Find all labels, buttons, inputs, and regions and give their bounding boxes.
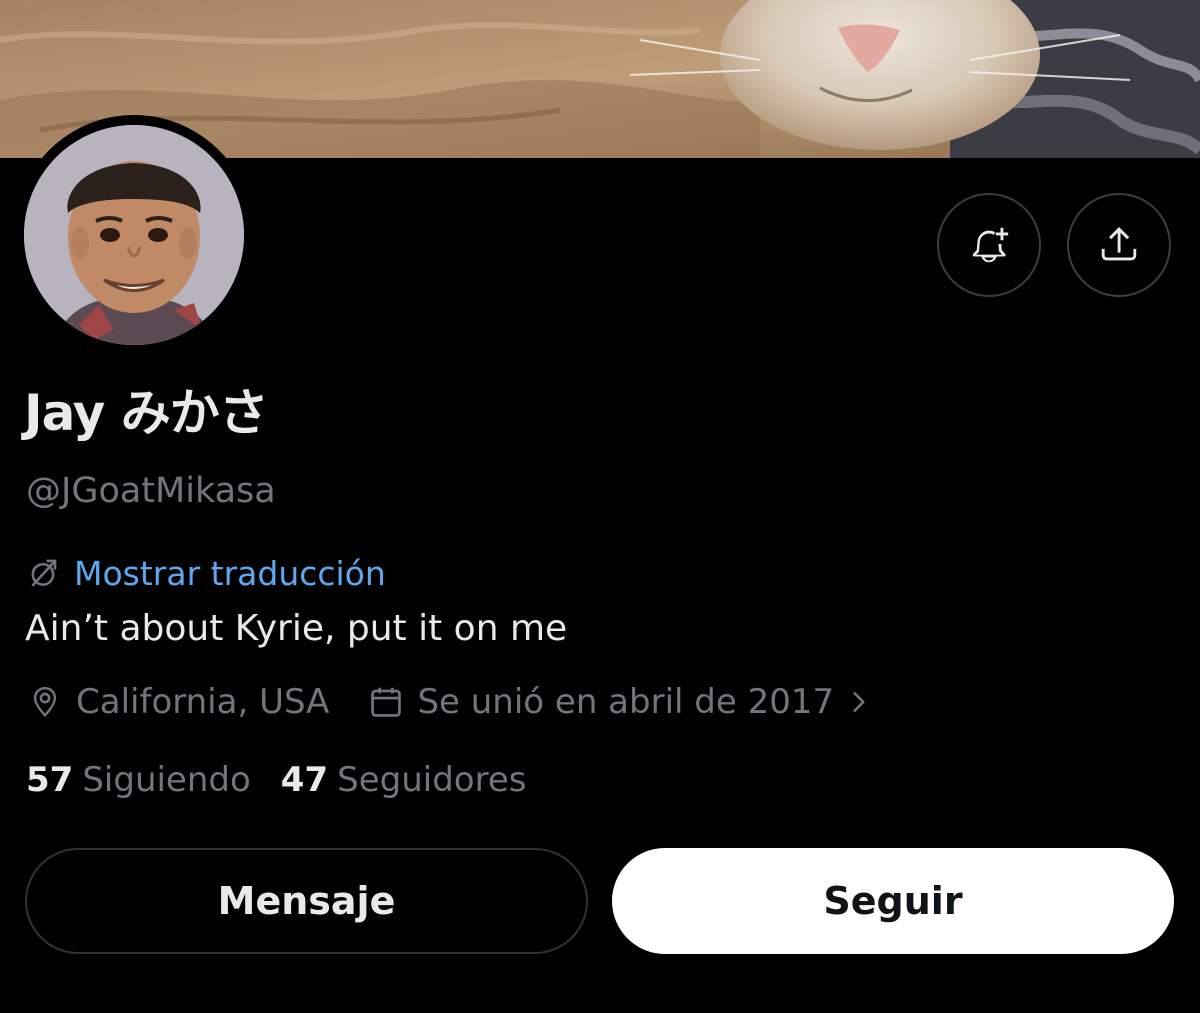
location-label: California, USA xyxy=(76,682,330,722)
avatar[interactable] xyxy=(24,125,244,345)
translate-icon xyxy=(31,559,57,587)
follow-stats: 57 Siguiendo 47 Seguidores xyxy=(26,760,526,800)
share-upload-icon xyxy=(1101,226,1137,261)
display-name: Jay みかさ xyxy=(24,384,269,442)
followers-count: 47 xyxy=(280,760,329,800)
calendar-icon xyxy=(371,687,402,717)
notify-button[interactable] xyxy=(937,193,1041,297)
avatar-ring xyxy=(14,115,254,355)
bell-plus-icon xyxy=(972,227,1009,263)
followers-stat[interactable]: 47 Seguidores xyxy=(281,760,527,800)
location-pin-icon xyxy=(33,686,57,718)
location-item: California, USA xyxy=(26,682,329,722)
following-count: 57 xyxy=(26,760,74,800)
user-handle: @JGoatMikasa xyxy=(26,471,276,511)
following-stat[interactable]: 57 Siguiendo xyxy=(26,760,251,800)
joined-date-item[interactable]: Se unió en abril de 2017 xyxy=(367,682,872,722)
joined-date-label: Se unió en abril de 2017 xyxy=(417,682,835,722)
following-label: Siguiendo xyxy=(82,760,251,800)
followers-label: Seguidores xyxy=(337,760,527,800)
message-button[interactable]: Mensaje xyxy=(25,848,588,954)
share-button[interactable] xyxy=(1067,193,1171,297)
avatar-photo xyxy=(24,125,244,345)
chevron-right-icon xyxy=(853,692,865,712)
profile-bio: Ain’t about Kyrie, put it on me xyxy=(25,608,568,649)
profile-meta: California, USA Se unió en abril de 2017 xyxy=(26,680,872,724)
follow-button[interactable]: Seguir xyxy=(612,848,1174,954)
show-translation-label: Mostrar traducción xyxy=(74,553,386,593)
show-translation-link[interactable]: Mostrar traducción xyxy=(26,553,386,593)
